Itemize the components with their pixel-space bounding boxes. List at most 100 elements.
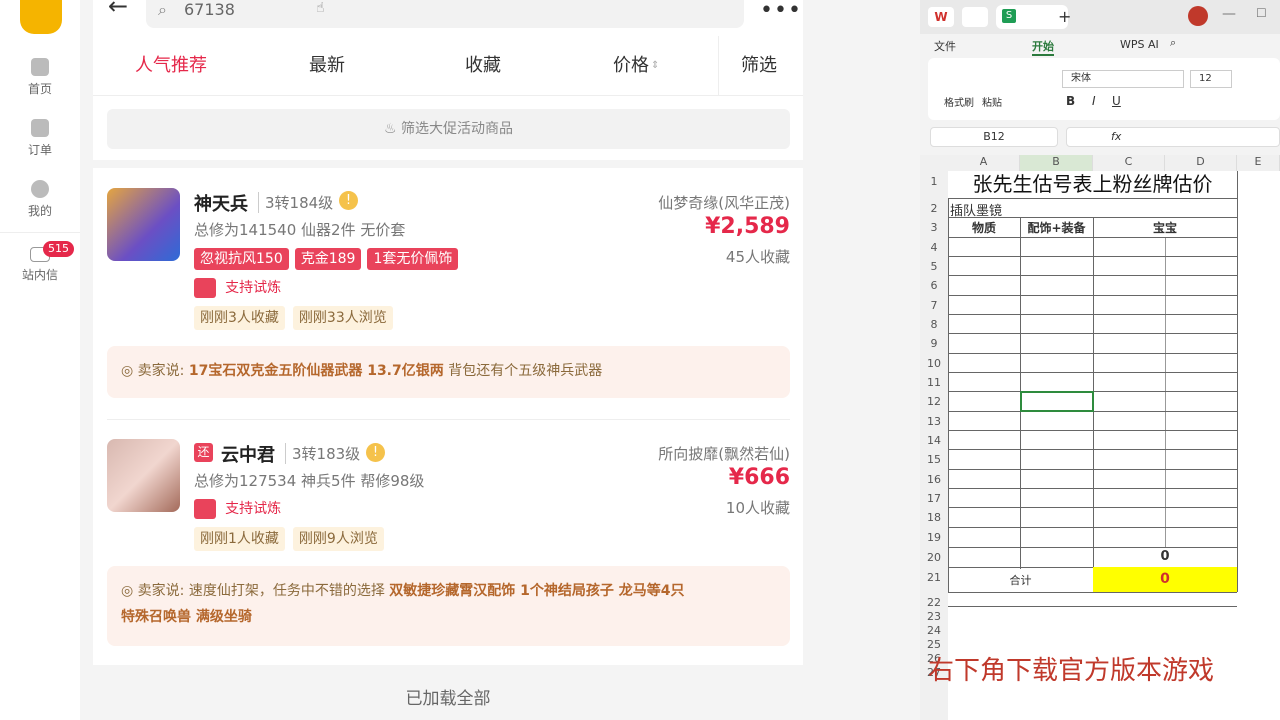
border (1165, 237, 1166, 547)
row-number[interactable]: 21 (920, 571, 948, 584)
tab-latest[interactable]: 最新 (309, 36, 345, 96)
row-number[interactable]: 4 (920, 241, 948, 254)
row-number[interactable]: 14 (920, 434, 948, 447)
row-number[interactable]: 23 (920, 610, 948, 623)
row-number[interactable]: 19 (920, 531, 948, 544)
row-number[interactable]: 11 (920, 376, 948, 389)
total-value[interactable]: 0 (1093, 567, 1237, 592)
tab-popular[interactable]: 人气推荐 (135, 36, 207, 96)
col-header[interactable]: A (948, 155, 1020, 171)
paste-button[interactable]: 粘贴 (982, 94, 1002, 109)
tab-favorites[interactable]: 收藏 (465, 36, 501, 96)
row-border (948, 295, 1237, 296)
font-select[interactable]: 宋体 (1062, 70, 1184, 88)
row-number[interactable]: 10 (920, 357, 948, 370)
row-number[interactable]: 12 (920, 395, 948, 408)
row-border (948, 469, 1237, 470)
total-label[interactable]: 合计 (948, 572, 1093, 588)
favorites-count: 10人收藏 (725, 499, 790, 517)
character-name[interactable]: 云中君 (221, 441, 275, 467)
row-number[interactable]: 22 (920, 596, 948, 609)
row-number[interactable]: 8 (920, 318, 948, 331)
cell-a2[interactable]: 插队墨镜 (950, 200, 1002, 219)
more-icon[interactable]: ••• (760, 0, 802, 23)
rail-item-messages[interactable]: 站内信 515 (0, 241, 80, 283)
user-avatar[interactable] (1188, 6, 1208, 26)
italic-button[interactable]: I (1092, 94, 1096, 108)
header-cell[interactable]: 配饰+装备 (1020, 219, 1093, 236)
cell-c20[interactable]: 0 (1093, 549, 1237, 564)
avatar[interactable] (107, 188, 180, 261)
menu-bar: 文件 开始 WPS AI ⌕ (920, 34, 1280, 56)
row-number[interactable]: 9 (920, 337, 948, 350)
search-icon[interactable]: ⌕ (1170, 36, 1176, 50)
warning-icon[interactable]: ! (339, 191, 358, 210)
rail-item-orders[interactable]: 订单 (0, 119, 80, 158)
search-input[interactable]: ⌕ 67138 ☝ (146, 0, 744, 28)
sheet-grid[interactable] (920, 155, 1280, 720)
tag: 忽视抗风150 (194, 248, 289, 270)
maximize-icon[interactable]: ☐ (1256, 6, 1267, 20)
row-number[interactable]: 17 (920, 492, 948, 505)
rail-item-mine[interactable]: 我的 (0, 180, 80, 219)
menu-file[interactable]: 文件 (934, 38, 956, 54)
divider (0, 232, 80, 233)
ribbon: 格式刷 粘贴 宋体 12 B I U (928, 58, 1280, 120)
row-border (948, 507, 1237, 508)
row-number[interactable]: 16 (920, 473, 948, 486)
row-number[interactable]: 13 (920, 415, 948, 428)
character-name[interactable]: 神天兵 (194, 190, 248, 216)
sheet-title[interactable]: 张先生估号表上粉丝牌估价 (948, 171, 1237, 198)
back-arrow-icon[interactable]: ← (108, 0, 128, 20)
format-painter-button[interactable]: 格式刷 (944, 94, 974, 109)
row-number[interactable]: 18 (920, 511, 948, 524)
add-tab-icon[interactable]: + (1058, 7, 1071, 26)
menu-wps-ai[interactable]: WPS AI (1120, 38, 1159, 51)
header-cell[interactable]: 物质 (948, 219, 1020, 236)
row-number[interactable]: 15 (920, 453, 948, 466)
col-header[interactable]: D (1165, 155, 1237, 171)
trial-label: 支持试炼 (225, 501, 282, 517)
rail-item-label: 站内信 (21, 268, 58, 282)
divider (107, 419, 790, 420)
col-header[interactable]: B (1020, 155, 1093, 171)
app-logo[interactable] (20, 0, 62, 34)
search-icon: ⌕ (158, 0, 167, 19)
warning-icon[interactable]: ! (366, 443, 385, 462)
row-number[interactable]: 7 (920, 299, 948, 312)
bold-button[interactable]: B (1066, 94, 1075, 108)
tab-price[interactable]: 价格 (613, 36, 649, 96)
wps-tab[interactable]: W (928, 7, 954, 27)
row-number[interactable]: 6 (920, 279, 948, 292)
trial-label: 支持试炼 (225, 280, 282, 296)
clear-icon[interactable]: ☝ (316, 0, 325, 16)
pdf-tab[interactable] (962, 7, 988, 27)
trial-icon (194, 277, 216, 298)
underline-button[interactable]: U (1112, 94, 1121, 108)
font-size-select[interactable]: 12 (1190, 70, 1232, 88)
row-number[interactable]: 24 (920, 624, 948, 637)
user-icon (31, 180, 49, 198)
minimize-icon[interactable]: — (1222, 6, 1236, 22)
rail-item-home[interactable]: 首页 (0, 58, 80, 97)
menu-home[interactable]: 开始 (1032, 38, 1054, 56)
col-header[interactable]: C (1093, 155, 1165, 171)
col-header[interactable]: E (1237, 155, 1280, 171)
unread-badge: 515 (43, 241, 74, 257)
row-number[interactable]: 1 (920, 175, 948, 188)
orders-icon (31, 119, 49, 137)
rail-item-label: 我的 (27, 204, 52, 218)
stats-text: 总修为141540 仙器2件 无价套 (194, 221, 406, 239)
promo-filter-button[interactable]: ♨ 筛选大促活动商品 (107, 109, 790, 149)
selected-cell[interactable] (1020, 391, 1094, 412)
avatar[interactable] (107, 439, 180, 512)
formula-bar[interactable]: fx (1066, 127, 1280, 147)
row-border (948, 256, 1237, 257)
tab-filter[interactable]: 筛选 (741, 36, 777, 96)
row-number[interactable]: 3 (920, 221, 948, 234)
row-number[interactable]: 2 (920, 202, 948, 215)
header-cell[interactable]: 宝宝 (1093, 219, 1237, 236)
row-number[interactable]: 5 (920, 260, 948, 273)
name-box[interactable]: B12 (930, 127, 1058, 147)
row-number[interactable]: 20 (920, 551, 948, 564)
